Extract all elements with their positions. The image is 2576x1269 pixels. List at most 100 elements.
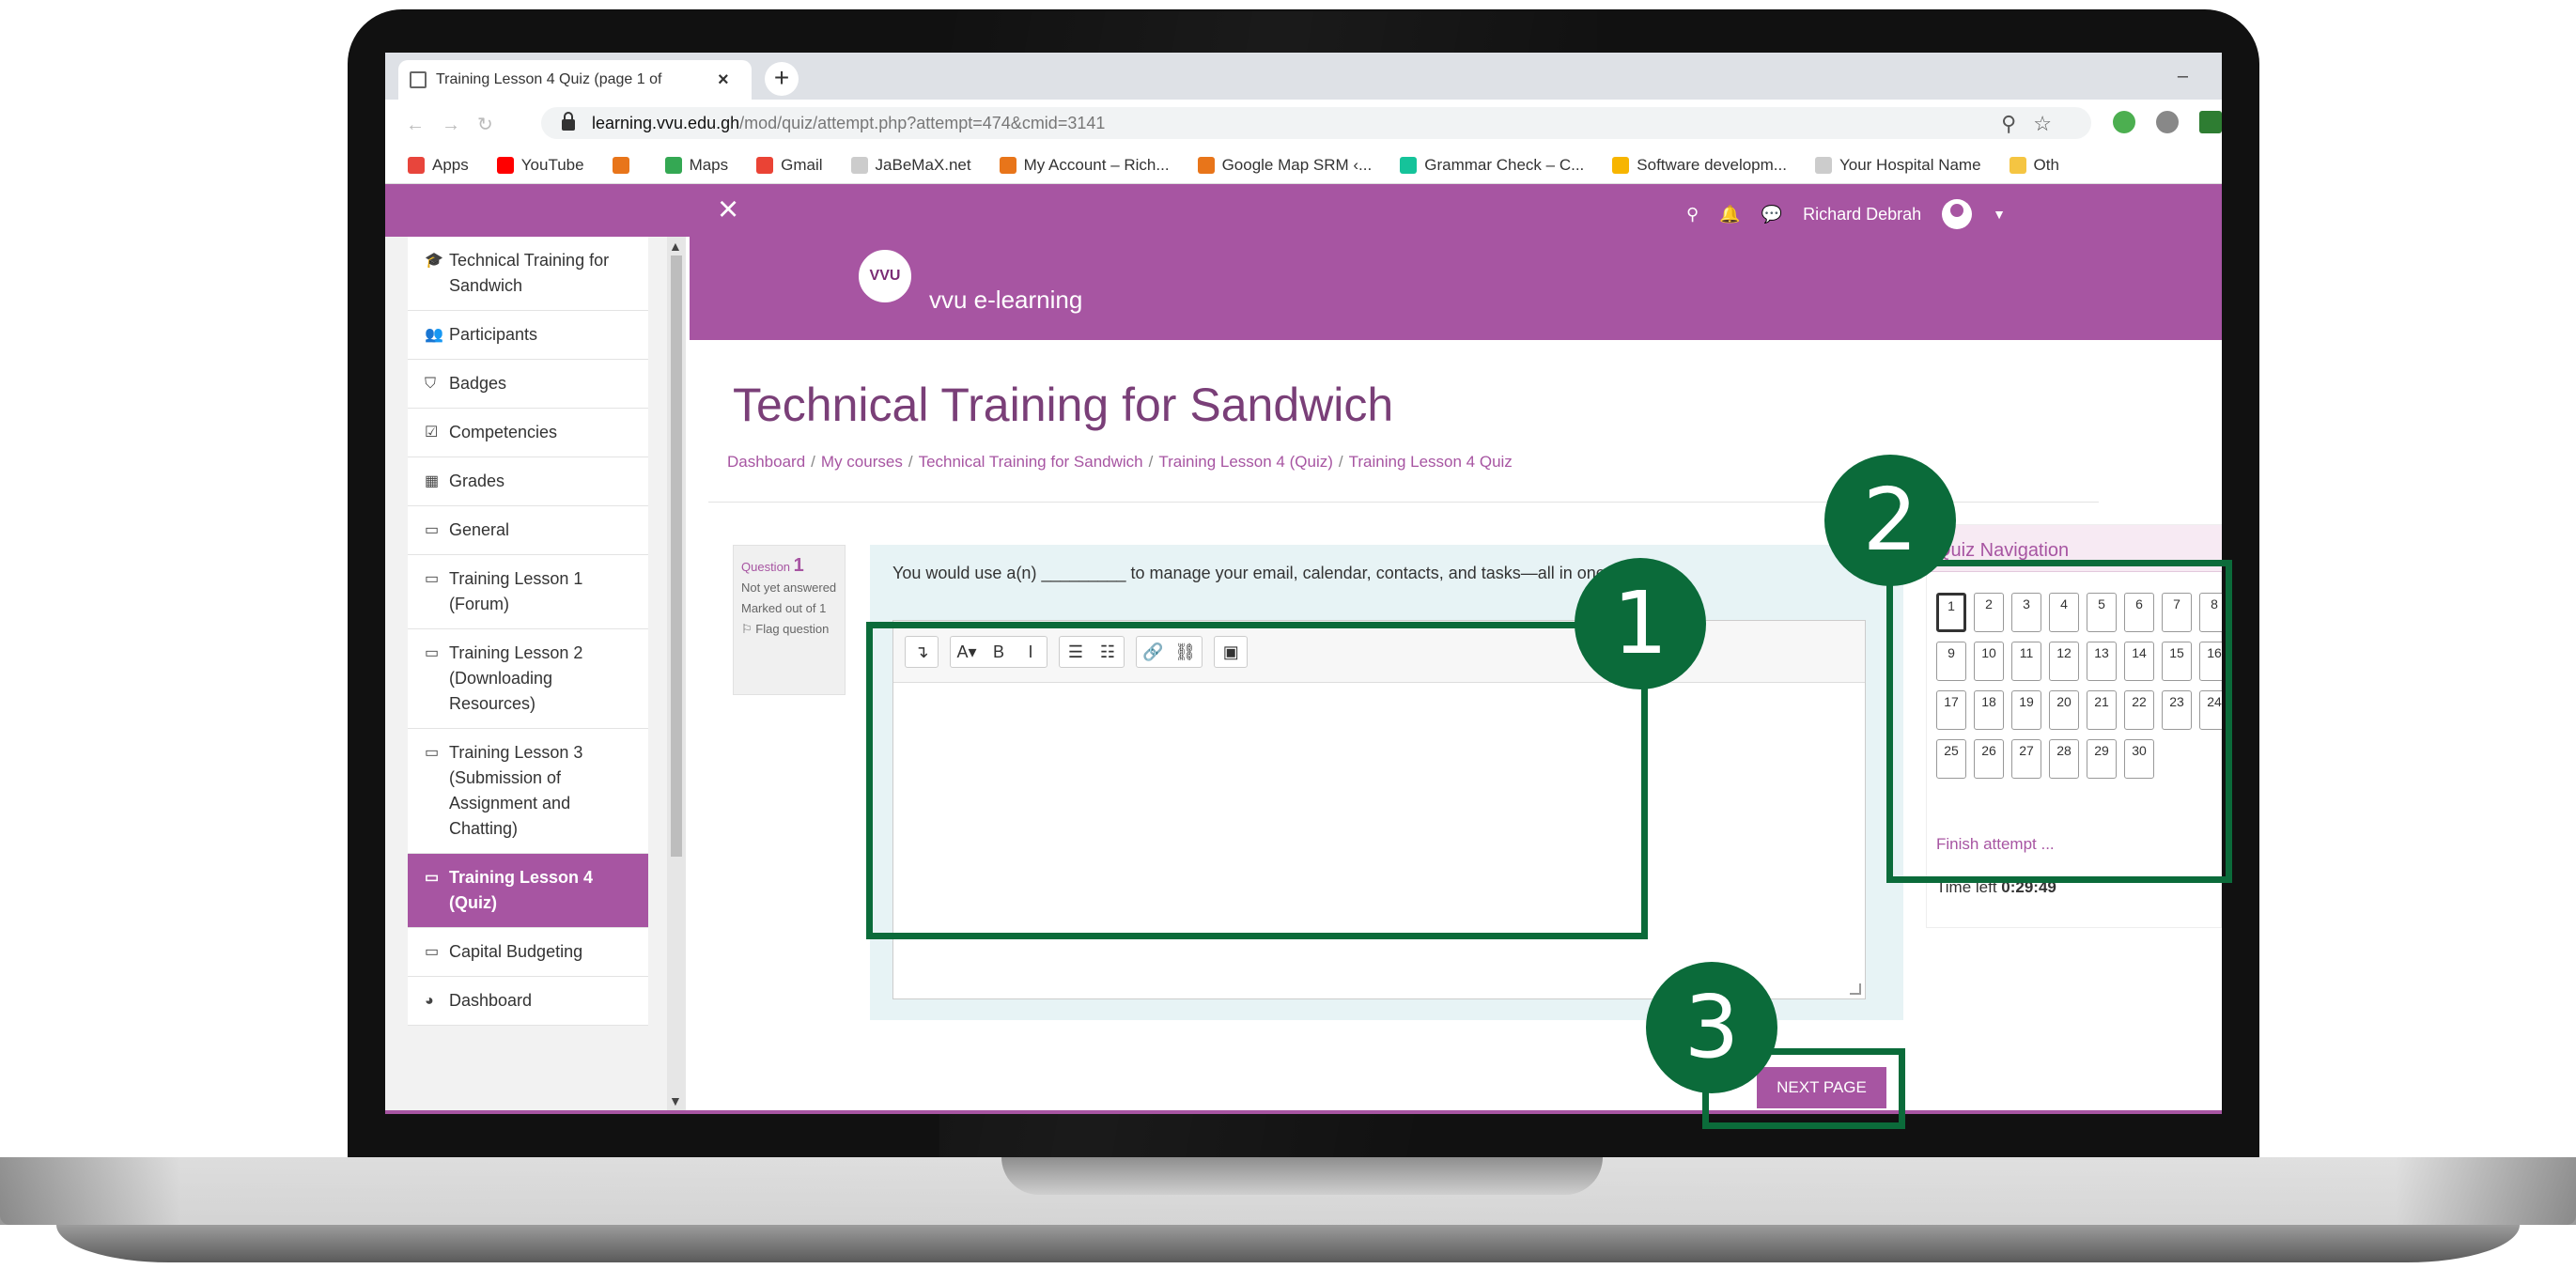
question-number: Question 1 [741, 555, 837, 578]
breadcrumb-link[interactable]: My courses [821, 453, 903, 471]
bookmark-item[interactable]: YouTube [496, 156, 584, 175]
question-number-value: 1 [793, 555, 804, 576]
folder-icon: ▭ [425, 870, 440, 886]
bookmark-label: Gmail [781, 155, 823, 174]
bookmark-item[interactable]: Your Hospital Name [1814, 156, 1981, 175]
sidebar-item[interactable]: ▭ General [408, 506, 648, 555]
bookmark-item[interactable]: My Account – Rich... [999, 156, 1170, 175]
site-topnav: × ⚲ 🔔 💬 Richard Debrah ▼ [385, 184, 2222, 237]
extension-icon[interactable] [2199, 111, 2222, 133]
breadcrumb: Dashboard / My courses / Technical Training … [727, 453, 1513, 472]
caret-down-icon[interactable]: ▼ [1993, 207, 2006, 222]
vvu-logo: VVU [859, 250, 911, 302]
bookmark-item[interactable]: Grammar Check – C... [1400, 156, 1584, 175]
bookmark-item[interactable] [612, 156, 637, 174]
sidebar-item-label: Training Lesson 4 (Quiz) [449, 868, 594, 912]
bookmark-icon [496, 156, 514, 174]
flag-question-link[interactable]: ⚐ Flag question [741, 619, 837, 640]
sidebar-item[interactable]: ☑ Competencies [408, 409, 648, 457]
question-state: Not yet answered [741, 580, 837, 595]
extension-icon[interactable] [2156, 111, 2179, 133]
sidebar-item[interactable]: ▭ Training Lesson 4 (Quiz) [408, 854, 648, 928]
minimize-button[interactable]: – [2178, 66, 2188, 87]
sidebar-item-label: Grades [449, 472, 505, 490]
bookmark-label: Maps [689, 155, 729, 174]
sidebar-item[interactable]: ▭ Training Lesson 1 (Forum) [408, 555, 648, 629]
lock-icon [562, 112, 575, 131]
bell-icon[interactable]: 🔔 [1719, 205, 1740, 224]
bookmark-item[interactable]: Apps [408, 156, 469, 175]
bookmark-item[interactable]: Maps [664, 155, 729, 175]
sidebar-item-label: Capital Budgeting [449, 942, 583, 961]
dashboard-icon: ◕ [425, 993, 434, 1009]
sidebar-item[interactable]: ◕ Dashboard [408, 977, 648, 1026]
annotation-badge: 1 [1575, 558, 1706, 689]
nav-buttons: ←→↻ [406, 113, 510, 136]
sidebar-item[interactable]: ▭ Training Lesson 3 (Submission of Assign… [408, 729, 648, 854]
sidebar-item-label: Technical Training for Sandwich [449, 251, 610, 295]
bookmark-icon [1400, 156, 1418, 174]
folder-icon: ▭ [425, 522, 440, 538]
bookmark-item[interactable]: JaBeMaX.net [850, 156, 971, 175]
sidebar-item-label: Participants [449, 325, 538, 344]
reload-icon[interactable]: ↻ [477, 115, 510, 135]
bookmark-item[interactable]: Google Map SRM ‹... [1197, 155, 1373, 175]
breadcrumb-link[interactable]: Technical Training for Sandwich [919, 453, 1143, 471]
search-icon[interactable]: ⚲ [2001, 112, 2033, 135]
bookmark-item[interactable]: Gmail [756, 155, 823, 175]
bookmark-icon [1197, 156, 1215, 174]
sidebar-scroll-thumb[interactable] [671, 255, 682, 857]
url-input[interactable]: learning.vvu.edu.gh/mod/quiz/attempt.php… [541, 107, 2091, 139]
sidebar-item[interactable]: 🎓 Technical Training for Sandwich [408, 237, 648, 311]
bookmark-label: Software developm... [1637, 155, 1787, 174]
message-icon[interactable]: 💬 [1761, 205, 1782, 224]
breadcrumb-link[interactable]: Training Lesson 4 Quiz [1349, 453, 1513, 471]
page-title: Technical Training for Sandwich [733, 379, 1394, 431]
folder-icon: ▭ [425, 944, 440, 960]
close-drawer-icon[interactable]: × [718, 190, 738, 230]
bookmark-icon [2009, 156, 2026, 174]
sidebar-item-label: Training Lesson 2 (Downloading Resources… [449, 643, 583, 713]
search-icon[interactable]: ⚲ [1686, 205, 1699, 224]
breadcrumb-link[interactable]: Training Lesson 4 (Quiz) [1158, 453, 1333, 471]
tab-close-icon[interactable]: × [718, 70, 729, 91]
bookmark-icon [612, 156, 629, 174]
folder-icon: ▭ [425, 645, 440, 661]
sidebar-item[interactable]: ▭ Capital Budgeting [408, 928, 648, 977]
sidebar-item[interactable]: 👥 Participants [408, 311, 648, 360]
forward-icon[interactable]: → [442, 115, 477, 135]
extension-icon[interactable] [2113, 111, 2135, 133]
bookmark-label: Oth [2033, 155, 2059, 174]
star-icon[interactable]: ☆ [2033, 112, 2069, 135]
bookmarks-bar: Apps YouTube Maps Gmail JaBeMaX.net My Accoun… [385, 147, 2222, 184]
folder-icon: ▭ [425, 571, 440, 587]
avatar[interactable] [1942, 199, 1973, 229]
logo-text: vvu e-learning [929, 286, 1083, 314]
bookmark-label: Google Map SRM ‹... [1221, 155, 1373, 174]
sidebar-item[interactable]: ⛉ Badges [408, 360, 648, 409]
sidebar-item-label: General [449, 520, 510, 539]
sidebar-item[interactable]: ▦ Grades [408, 457, 648, 506]
scroll-up-icon[interactable]: ▲ [669, 239, 682, 254]
question-info: Question 1 Not yet answered Marked out o… [733, 545, 846, 695]
bookmark-label: Grammar Check – C... [1424, 155, 1585, 174]
check-square-icon: ☑ [425, 425, 439, 441]
resize-handle[interactable] [1850, 983, 1861, 995]
browser-tab[interactable]: Training Lesson 4 Quiz (page 1 of × [398, 60, 752, 100]
breadcrumb-link[interactable]: Dashboard [727, 453, 805, 471]
back-icon[interactable]: ← [406, 115, 442, 135]
sidebar-item-label: Badges [449, 374, 507, 393]
tab-title: Training Lesson 4 Quiz (page 1 of [436, 71, 662, 87]
user-menu: ⚲ 🔔 💬 Richard Debrah ▼ [1686, 199, 2006, 229]
quiz-favicon-icon [410, 71, 427, 88]
shield-icon: ⛉ [425, 376, 437, 392]
laptop-notch [1001, 1157, 1603, 1195]
new-tab-button[interactable]: + [765, 62, 799, 96]
bookmark-icon [1612, 156, 1630, 174]
bookmark-item[interactable]: Oth [2009, 155, 2059, 175]
bookmark-item[interactable]: Software developm... [1612, 156, 1787, 175]
sidebar-item[interactable]: ▭ Training Lesson 2 (Downloading Resource… [408, 629, 648, 729]
question-marks: Marked out of 1 [741, 601, 827, 615]
scroll-down-icon[interactable]: ▼ [669, 1093, 682, 1108]
user-name[interactable]: Richard Debrah [1803, 205, 1921, 224]
